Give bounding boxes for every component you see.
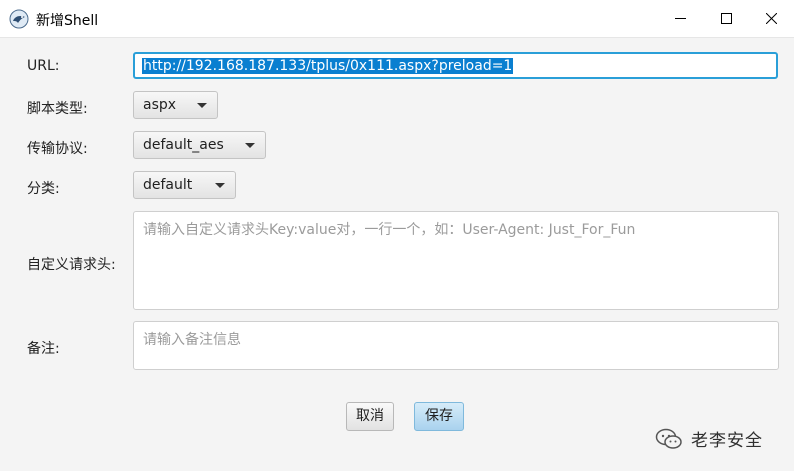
headers-label: 自定义请求头: bbox=[27, 257, 116, 273]
wechat-icon bbox=[655, 428, 683, 450]
maximize-button[interactable] bbox=[703, 0, 749, 37]
remark-placeholder: 请输入备注信息 bbox=[143, 332, 241, 348]
chevron-down-icon bbox=[245, 143, 255, 148]
chevron-down-icon bbox=[197, 103, 207, 108]
script-type-value: aspx bbox=[143, 97, 177, 113]
minimize-icon bbox=[674, 13, 686, 24]
headers-textarea[interactable]: 请输入自定义请求头Key:value对，一行一个，如：User-Agent: J… bbox=[133, 211, 779, 310]
protocol-select[interactable]: default_aes bbox=[133, 131, 266, 159]
url-input[interactable]: http://192.168.187.133/tplus/0x111.aspx?… bbox=[133, 52, 778, 79]
category-label: 分类: bbox=[27, 181, 60, 197]
category-value: default bbox=[143, 177, 193, 193]
watermark: 老李安全 bbox=[655, 426, 763, 451]
window-title: 新增Shell bbox=[36, 13, 99, 29]
url-label: URL: bbox=[27, 58, 60, 74]
protocol-label: 传输协议: bbox=[27, 141, 88, 157]
remark-label: 备注: bbox=[27, 341, 60, 357]
maximize-icon bbox=[720, 13, 732, 24]
remark-textarea[interactable]: 请输入备注信息 bbox=[133, 321, 779, 370]
app-logo-icon bbox=[9, 9, 29, 29]
chevron-down-icon bbox=[215, 183, 225, 188]
protocol-value: default_aes bbox=[143, 137, 224, 153]
save-button[interactable]: 保存 bbox=[414, 402, 464, 431]
close-icon bbox=[765, 13, 777, 24]
title-bar: 新增Shell bbox=[0, 0, 794, 38]
watermark-text: 老李安全 bbox=[691, 431, 763, 451]
url-value: http://192.168.187.133/tplus/0x111.aspx?… bbox=[142, 58, 514, 74]
cancel-button[interactable]: 取消 bbox=[346, 402, 394, 431]
headers-placeholder: 请输入自定义请求头Key:value对，一行一个，如：User-Agent: J… bbox=[143, 222, 636, 238]
script-type-label: 脚本类型: bbox=[27, 101, 88, 117]
script-type-select[interactable]: aspx bbox=[133, 91, 218, 119]
category-select[interactable]: default bbox=[133, 171, 236, 199]
minimize-button[interactable] bbox=[657, 0, 703, 37]
close-button[interactable] bbox=[748, 0, 794, 37]
